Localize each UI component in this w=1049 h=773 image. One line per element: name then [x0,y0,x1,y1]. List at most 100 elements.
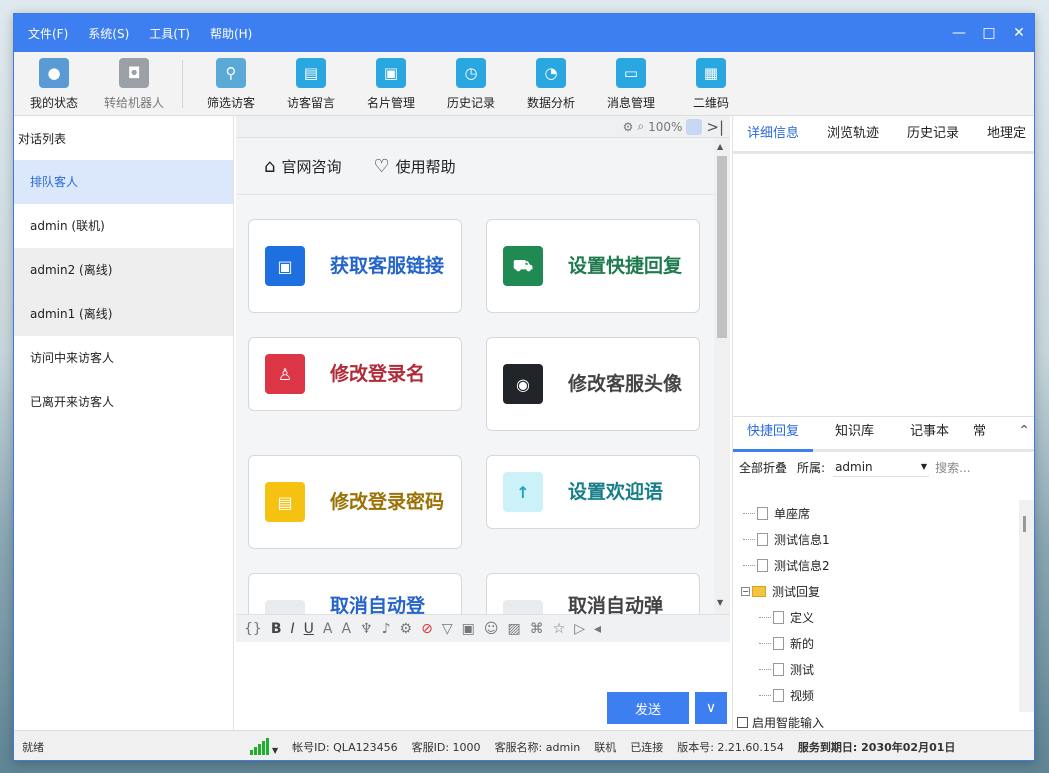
filter-icon[interactable]: ▽ [442,621,453,637]
qrcode-button[interactable]: ▦ 二维码 [671,52,751,116]
conv-item-left[interactable]: 已离开来访客人 [14,380,233,424]
tool-label: 二维码 [692,96,729,110]
heart-icon: ♡ [373,155,390,177]
signal-icon[interactable]: ▼ [250,737,278,755]
tab-details[interactable]: 详细信息 [733,122,813,151]
image-icon[interactable]: ▨ [507,621,520,637]
menu-file[interactable]: 文件(F) [28,25,68,42]
star-icon[interactable]: ☆ [553,621,566,637]
collapse-up-icon[interactable]: ⌃ [1018,423,1030,439]
collapse-right-icon[interactable]: >| [706,118,724,136]
belongs-select[interactable]: admin ▼ [833,457,930,477]
italic-icon[interactable]: I [291,621,295,637]
tab-quick-reply[interactable]: 快捷回复 [733,420,814,452]
attach-icon[interactable]: ⌘ [530,621,544,637]
send-options-button[interactable]: ∨ [695,692,727,724]
scroll-thumb[interactable] [717,156,727,338]
highlight-icon[interactable]: ♆ [360,621,373,637]
sound-icon[interactable]: ◂ [594,621,601,637]
smart-input-checkbox[interactable] [737,717,748,728]
clear-format-icon[interactable]: ⊘ [421,621,433,637]
detail-area [733,154,1034,416]
welcome-msg-card[interactable]: ↑ 设置欢迎语 [486,455,700,529]
tree-scrollbar[interactable] [1019,500,1034,712]
cancel-auto-login-card[interactable]: ● 取消自动登 [248,573,462,614]
menu-tools[interactable]: 工具(T) [149,25,190,42]
tab-browse-trail[interactable]: 浏览轨迹 [813,122,893,151]
translate-icon[interactable]: ⚙ [623,120,634,134]
scroll-down-icon[interactable]: ▼ [717,598,723,607]
tool-label: 访客留言 [286,96,335,110]
document-icon [773,636,784,650]
usage-help-link[interactable]: ♡ 使用帮助 [373,156,455,177]
menu-help[interactable]: 帮助(H) [210,25,252,42]
get-link-card[interactable]: ▣ 获取客服链接 [248,219,462,313]
change-login-card[interactable]: ♙ 修改登录名 [248,337,462,411]
text-color-icon[interactable]: A [341,621,351,637]
tree-item[interactable]: 测试信息1 [733,526,1019,552]
quick-reply-card[interactable]: ⛟ 设置快捷回复 [486,219,700,313]
smart-input-toggle[interactable]: 启用智能输入 [737,714,824,731]
emoji-icon[interactable]: ☺ [484,621,499,637]
conv-item-queue[interactable]: 排队客人 [14,160,233,204]
tree-item-label: 定义 [790,610,815,625]
card-manage-button[interactable]: ▣ 名片管理 [351,52,431,116]
conv-item-admin[interactable]: admin (联机) [14,204,233,248]
tab-history[interactable]: 历史记录 [893,122,973,151]
change-password-card[interactable]: ▤ 修改登录密码 [248,455,462,549]
minimize-button[interactable]: — [944,14,974,52]
send-button[interactable]: 发送 [607,692,689,724]
data-analysis-button[interactable]: ◔ 数据分析 [511,52,591,116]
tab-more[interactable]: 常 [963,420,1000,449]
card-label: 取消自动登 [330,595,426,614]
scroll-thumb[interactable] [1023,516,1026,532]
website-consult-link[interactable]: ⌂ 官网咨询 [264,156,341,177]
bold-icon[interactable]: B [271,621,282,637]
message-manage-button[interactable]: ▭ 消息管理 [591,52,671,116]
collapse-node-icon[interactable]: − [741,586,750,596]
screenshot-icon[interactable]: ▣ [462,621,475,637]
scroll-up-icon[interactable]: ▲ [717,142,723,151]
tree-folder[interactable]: − 测试回复 [733,578,1019,604]
tool-label: 转给机器人 [103,96,164,110]
chevron-down-icon: ∨ [705,700,717,716]
conv-item-visiting[interactable]: 访问中来访客人 [14,336,233,380]
history-button[interactable]: ◷ 历史记录 [431,52,511,116]
tree-line [759,694,771,696]
conv-item-admin1[interactable]: admin1 (离线) [14,292,233,336]
mic-icon[interactable]: ♪ [382,621,391,637]
center-scrollbar[interactable]: ▲ ▼ [714,138,730,614]
conv-item-admin2[interactable]: admin2 (离线) [14,248,233,292]
tree-item[interactable]: 单座席 [733,500,1019,526]
tab-geo[interactable]: 地理定 [973,122,1034,151]
tree-line [759,642,771,644]
font-icon[interactable]: A [323,621,333,637]
send-file-icon[interactable]: ▷ [574,621,585,637]
underline-icon[interactable]: U [304,621,314,637]
tab-notebook[interactable]: 记事本 [888,420,963,449]
tree-item[interactable]: 视频 [733,682,1019,708]
translate-icon[interactable]: ⚙ [400,621,413,637]
home-icon: ⌂ [264,155,276,177]
maximize-button[interactable]: □ [974,14,1004,52]
my-status-button[interactable]: ● 我的状态 [14,52,94,116]
tab-knowledge[interactable]: 知识库 [813,420,888,449]
close-button[interactable]: ✕ [1004,14,1034,52]
tree-item[interactable]: 测试信息2 [733,552,1019,578]
menu-system[interactable]: 系统(S) [88,25,129,42]
reply-search-input[interactable]: 搜索... [935,456,1033,478]
filter-visitor-button[interactable]: ⚲ 筛选访客 [191,52,271,116]
change-avatar-card[interactable]: ◉ 修改客服头像 [486,337,700,431]
collapse-all-button[interactable]: 全部折叠 [739,459,787,476]
visitor-message-button[interactable]: ▤ 访客留言 [271,52,351,116]
transfer-robot-button[interactable]: ◘ 转给机器人 [94,52,174,116]
cancel-auto-popup-card[interactable]: ▭ 取消自动弹 [486,573,700,614]
tree-item[interactable]: 新的 [733,630,1019,656]
zoom-icon[interactable]: ⌕ [637,119,644,134]
tree-item[interactable]: 测试 [733,656,1019,682]
message-input[interactable]: 发送 ∨ [236,642,730,730]
website-consult-label: 官网咨询 [281,157,342,176]
code-icon[interactable]: {} [244,621,262,637]
panel-toggle-icon[interactable] [686,118,703,135]
tree-item[interactable]: 定义 [733,604,1019,630]
